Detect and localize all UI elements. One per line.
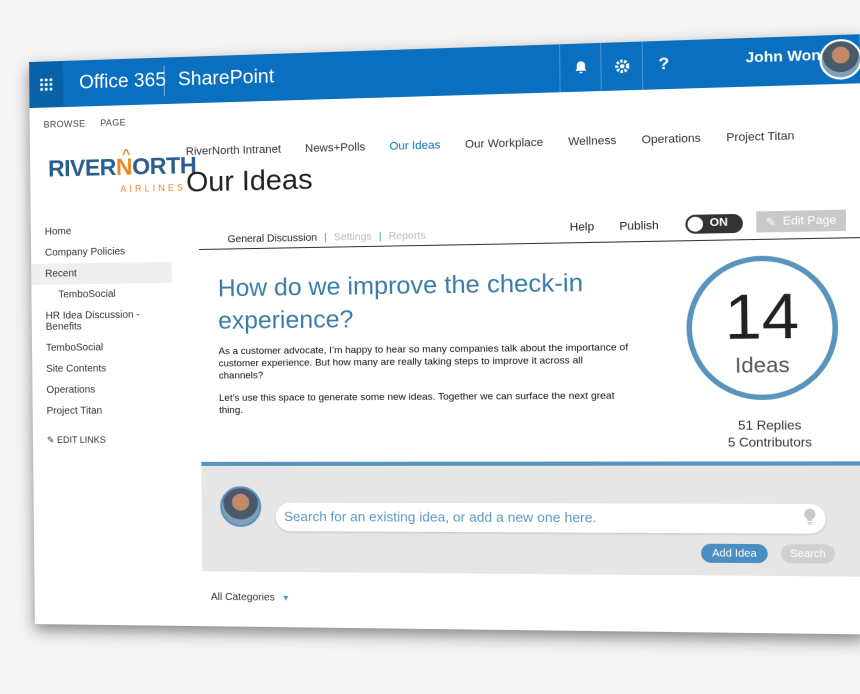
tab-separator: | <box>324 232 327 244</box>
tab-reports[interactable]: Reports <box>389 230 426 242</box>
discussion-headline: How do we improve the check-in experienc… <box>217 269 584 335</box>
current-user-avatar <box>219 486 262 528</box>
edit-links[interactable]: ✎ EDIT LINKS <box>33 430 174 451</box>
page-title: Our Ideas <box>185 163 313 198</box>
ribbon-tabs: BROWSE PAGE <box>44 117 138 129</box>
logo-river: RIVER <box>47 153 117 182</box>
user-name[interactable]: John Wong <box>745 46 830 66</box>
ideas-count: 14 <box>724 280 800 353</box>
logo-airlines: AIRLINES <box>120 182 187 194</box>
office-365-link[interactable]: Office 365 <box>79 70 166 95</box>
edit-page-button[interactable]: ✎ Edit Page <box>756 209 847 233</box>
app-launcher-icon[interactable] <box>29 60 64 109</box>
search-placeholder: Search for an existing idea, or add a ne… <box>283 508 597 526</box>
user-avatar[interactable] <box>819 38 860 81</box>
add-idea-button[interactable]: Add Idea <box>700 543 768 564</box>
discussion-body: As a customer advocate, I’m happy to hea… <box>218 342 631 427</box>
leftnav-operations[interactable]: Operations <box>32 379 173 401</box>
pencil-icon: ✎ <box>46 434 55 445</box>
ideas-label: Ideas <box>734 354 790 378</box>
chevron-down-icon: ▼ <box>281 593 291 603</box>
top-navigation: RiverNorth Intranet News+Polls Our Ideas… <box>186 129 817 158</box>
leftnav-project-titan[interactable]: Project Titan <box>33 400 174 422</box>
topnav-project-titan[interactable]: Project Titan <box>726 130 794 144</box>
leftnav-tembosocial[interactable]: TemboSocial <box>32 336 173 359</box>
topnav-our-ideas[interactable]: Our Ideas <box>389 139 440 153</box>
sharepoint-window: Office 365 SharePoint ? John Wong BROWSE… <box>29 34 860 635</box>
category-filter-label: All Categories <box>210 591 275 604</box>
contributors-count: 5 Contributors <box>727 434 813 450</box>
ribbon-tab-page[interactable]: PAGE <box>100 117 126 128</box>
lightbulb-icon <box>804 508 816 525</box>
publish-toggle[interactable]: ON <box>685 213 744 234</box>
leftnav-recent[interactable]: Recent <box>31 261 172 286</box>
ideas-count-badge: 14 Ideas <box>685 254 839 401</box>
pencil-icon: ✎ <box>765 215 777 229</box>
bell-icon[interactable] <box>559 42 602 93</box>
leftnav-home[interactable]: Home <box>31 219 172 243</box>
toggle-knob <box>687 216 704 232</box>
topnav-operations[interactable]: Operations <box>641 132 700 146</box>
sharepoint-link[interactable]: SharePoint <box>178 66 275 91</box>
search-button[interactable]: Search <box>780 544 836 564</box>
logo-caret: ^ <box>121 145 131 162</box>
topnav-news-polls[interactable]: News+Polls <box>305 141 365 155</box>
body-paragraph: Let’s use this space to generate some ne… <box>218 390 615 417</box>
tab-settings[interactable]: Settings <box>334 231 372 243</box>
discussion-stats: 51 Replies 5 Contributors <box>714 417 826 451</box>
replies-count: 51 Replies <box>737 417 802 433</box>
body-paragraph: As a customer advocate, I’m happy to hea… <box>218 341 629 382</box>
topnav-rivernorth-intranet[interactable]: RiverNorth Intranet <box>186 143 281 158</box>
leftnav-company-policies[interactable]: Company Policies <box>31 240 172 264</box>
help-icon[interactable]: ? <box>641 40 685 90</box>
tab-general-discussion[interactable]: General Discussion <box>228 233 318 246</box>
toggle-state: ON <box>709 216 728 230</box>
topnav-wellness[interactable]: Wellness <box>568 135 616 149</box>
idea-search-panel: Search for an existing idea, or add a ne… <box>201 465 860 577</box>
leftnav-recent-tembosocial[interactable]: TemboSocial <box>31 283 172 306</box>
suite-bar: Office 365 SharePoint ? John Wong <box>29 34 860 109</box>
screenshot-stage: Office 365 SharePoint ? John Wong BROWSE… <box>0 0 860 694</box>
topnav-our-workplace[interactable]: Our Workplace <box>465 137 543 151</box>
page-actions: Help Publish <box>570 220 659 234</box>
leftnav-site-contents[interactable]: Site Contents <box>32 358 173 380</box>
leftnav-hr-idea-discussion[interactable]: HR Idea Discussion - Benefits <box>32 304 173 338</box>
gear-icon[interactable] <box>600 41 644 92</box>
left-navigation: Home Company Policies Recent TemboSocial… <box>31 219 174 451</box>
site-logo[interactable]: ^ RIVERNORTH AIRLINES <box>47 145 196 201</box>
publish-label: Publish <box>619 219 659 234</box>
category-filter[interactable]: All Categories ▼ <box>211 592 290 604</box>
help-link[interactable]: Help <box>570 221 595 234</box>
idea-search-input[interactable]: Search for an existing idea, or add a ne… <box>275 502 826 534</box>
edit-links-label: EDIT LINKS <box>56 434 106 445</box>
edit-page-label: Edit Page <box>782 214 837 228</box>
discussion-tabs: General Discussion | Settings | Reports <box>228 230 426 245</box>
tab-separator: | <box>378 231 382 243</box>
ribbon-tab-browse[interactable]: BROWSE <box>44 118 86 129</box>
